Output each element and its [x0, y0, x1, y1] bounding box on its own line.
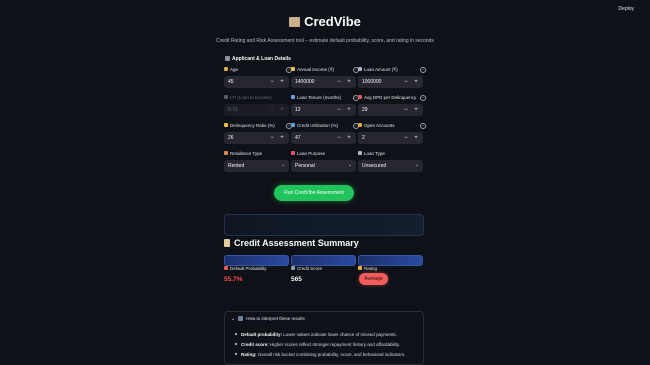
increment-button[interactable]: +	[411, 76, 421, 88]
annual-income-input[interactable]: 1400000− +	[291, 76, 356, 88]
decrement-button[interactable]: −	[334, 104, 344, 116]
default-probability-value: 55.7%	[224, 276, 243, 283]
chevron-down-icon: ⌄	[231, 316, 236, 322]
interpretation-expander: ⌄ How to interpret these results Default …	[224, 311, 424, 365]
delinquency-ratio-input[interactable]: 26− +	[224, 132, 289, 144]
age-field: Age? 45− +	[224, 66, 292, 88]
page-subtitle: Credit Rating and Risk Assessment tool –…	[216, 38, 434, 44]
clipboard-icon	[224, 239, 230, 247]
default-probability-label: Default Probability	[224, 266, 267, 271]
chevron-down-icon: ⌄	[414, 162, 419, 168]
residence-type-select[interactable]: Rented ⌄	[224, 160, 289, 172]
house-icon	[224, 151, 228, 155]
metric-bar	[358, 255, 423, 266]
calendar-icon	[224, 67, 228, 71]
loan-purpose-field: Loan Purpose Personal ⌄	[291, 150, 356, 172]
clock-icon	[358, 95, 362, 99]
increment-button[interactable]: +	[277, 76, 287, 88]
lti-input: 0.71− +	[224, 104, 289, 116]
list-item: Rating: Overall risk bucket combining pr…	[235, 352, 405, 357]
result-banner	[224, 214, 424, 236]
loan-type-field: Loan Type Unsecured ⌄	[358, 150, 423, 172]
card-icon	[291, 123, 295, 127]
metric-bar	[224, 255, 289, 266]
target-icon	[291, 151, 295, 155]
increment-button[interactable]: +	[411, 132, 421, 144]
help-icon[interactable]: ?	[420, 123, 426, 129]
increment-button: +	[280, 107, 284, 113]
lti-field: LTI (Loan to Income) 0.71− +	[224, 94, 289, 116]
run-assessment-button[interactable]: Run CredVibe Assessment	[274, 185, 354, 201]
decrement-button[interactable]: −	[267, 132, 277, 144]
rating-badge: Average	[359, 273, 388, 285]
document-icon	[358, 151, 362, 155]
deploy-button[interactable]: Deploy	[618, 6, 634, 12]
chevron-down-icon: ⌄	[280, 162, 285, 168]
credit-utilization-input[interactable]: 47− +	[291, 132, 356, 144]
chevron-down-icon: ⌄	[347, 162, 352, 168]
residence-type-field: Residence Type Rented ⌄	[224, 150, 289, 172]
delinquency-ratio-field: Delinquency Ratio (%)? 26− +	[224, 122, 292, 144]
loan-type-select[interactable]: Unsecured ⌄	[358, 160, 423, 172]
medal-icon	[358, 266, 362, 270]
decrement-button: −	[270, 107, 274, 113]
summary-title: Credit Assessment Summary	[224, 238, 359, 248]
folder-icon	[358, 123, 362, 127]
page-title: CredVibe	[0, 14, 650, 29]
loan-purpose-select[interactable]: Personal ⌄	[291, 160, 356, 172]
avg-dpd-input[interactable]: 29− +	[358, 104, 423, 116]
calendar-icon	[291, 95, 295, 99]
open-accounts-input[interactable]: 2− +	[358, 132, 423, 144]
credit-utilization-field: Credit Utilization (%)? 47− +	[291, 122, 359, 144]
increment-button[interactable]: +	[344, 132, 354, 144]
open-accounts-field: Open Accounts? 2− +	[358, 122, 426, 144]
app-title: CredVibe	[304, 14, 361, 29]
chart-icon	[291, 266, 295, 270]
increment-button[interactable]: +	[344, 76, 354, 88]
help-icon[interactable]: ?	[420, 95, 426, 101]
list-item: Credit score: Higher scores reflect stro…	[235, 342, 405, 347]
decrement-button[interactable]: −	[334, 132, 344, 144]
alert-icon	[224, 266, 228, 270]
interpretation-list: Default probability: Lower values indica…	[235, 332, 405, 362]
rating-label: Rating	[358, 266, 377, 271]
book-icon	[238, 316, 244, 321]
annual-income-field: Annual Income (₹)? 1400000− +	[291, 66, 359, 88]
increment-button[interactable]: +	[277, 132, 287, 144]
decrement-button[interactable]: −	[334, 76, 344, 88]
credit-score-label: Credit Score	[291, 266, 322, 271]
decrement-button[interactable]: −	[401, 104, 411, 116]
loan-tenure-input[interactable]: 12− +	[291, 104, 356, 116]
decrement-button[interactable]: −	[401, 132, 411, 144]
money-bag-icon	[291, 67, 295, 71]
warning-icon	[224, 123, 228, 127]
bank-icon	[358, 67, 362, 71]
section-heading: Applicant & Loan Details	[225, 56, 291, 62]
decrement-button[interactable]: −	[267, 76, 277, 88]
increment-button[interactable]: +	[344, 104, 354, 116]
expander-header[interactable]: ⌄ How to interpret these results	[231, 316, 305, 322]
loan-amount-field: Loan Amount (₹)? 1000000− +	[358, 66, 426, 88]
bank-icon	[289, 17, 301, 27]
avg-dpd-field: Avg DPD per Delinquency? 29− +	[358, 94, 426, 116]
loan-amount-input[interactable]: 1000000− +	[358, 76, 423, 88]
increment-button[interactable]: +	[411, 104, 421, 116]
credit-score-value: 565	[291, 276, 302, 283]
metric-bar	[291, 255, 356, 266]
decrement-button[interactable]: −	[401, 76, 411, 88]
section-icon	[225, 56, 230, 61]
loan-tenure-field: Loan Tenure (months)? 12− +	[291, 94, 359, 116]
age-input[interactable]: 45− +	[224, 76, 289, 88]
help-icon[interactable]: ?	[420, 67, 426, 73]
chart-icon	[224, 95, 228, 99]
list-item: Default probability: Lower values indica…	[235, 332, 405, 337]
